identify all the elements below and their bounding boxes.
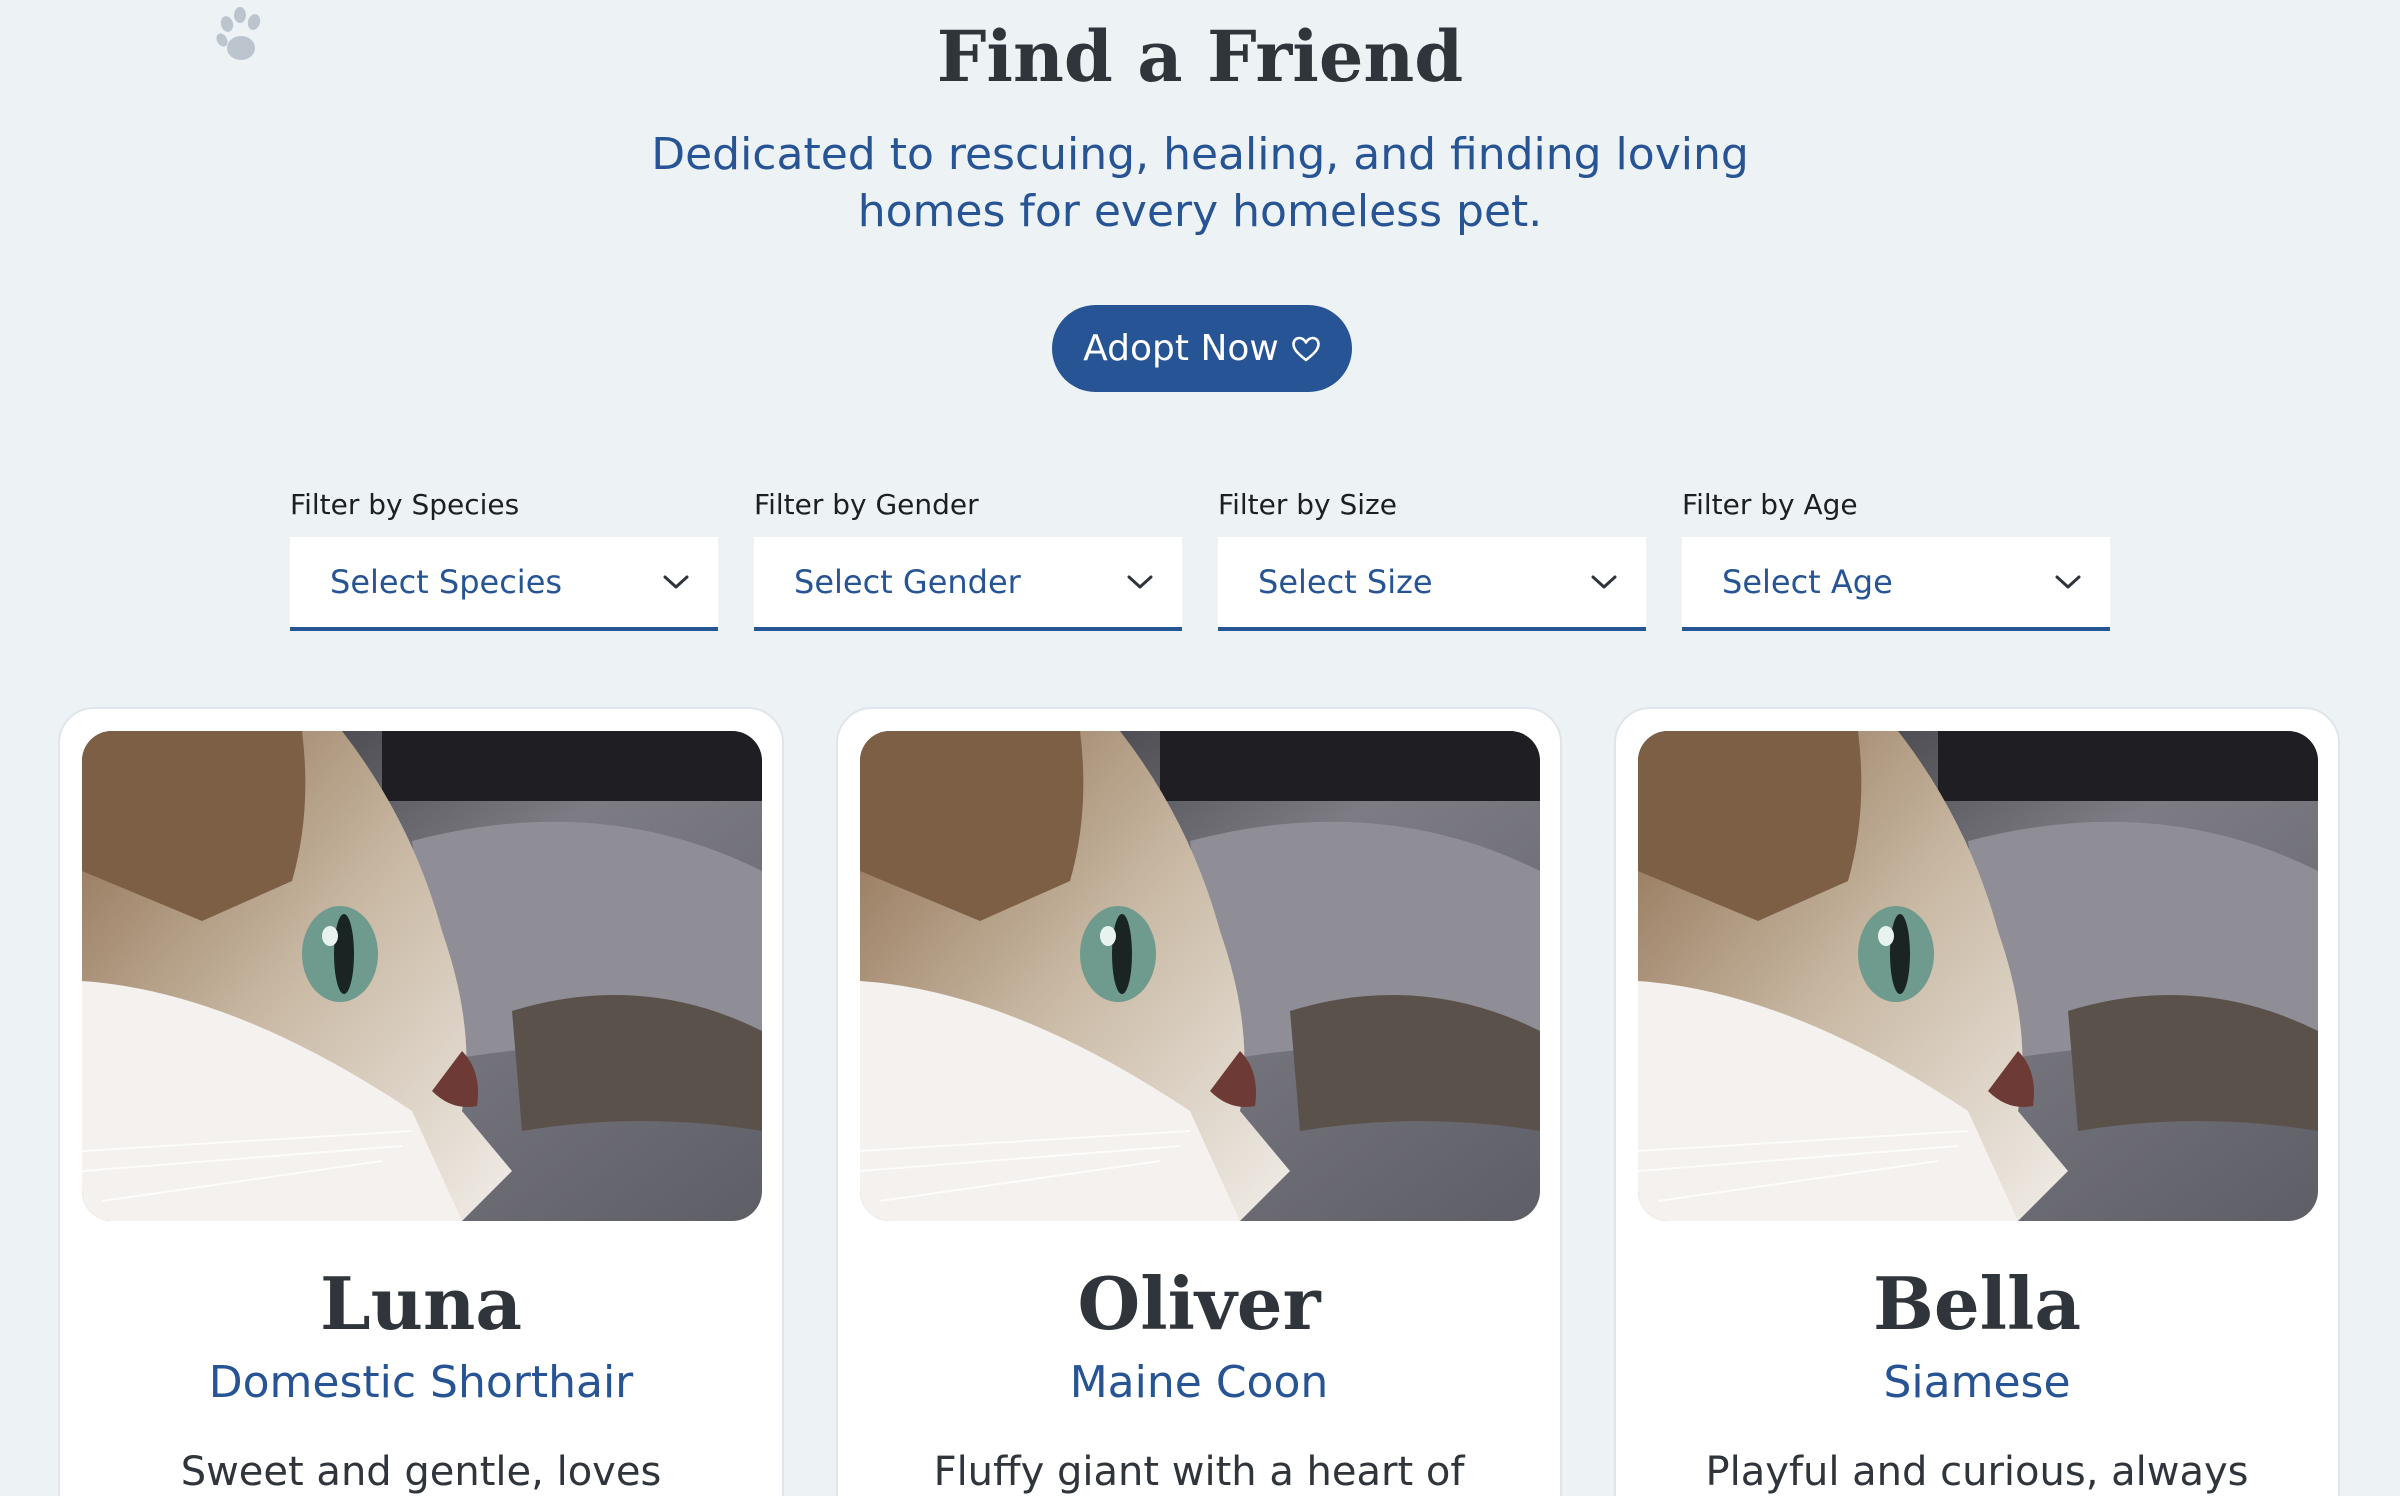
hero-subtitle: Dedicated to rescuing, healing, and find… xyxy=(651,129,1749,237)
pet-name: Oliver xyxy=(1077,1261,1321,1346)
pet-card-luna[interactable]: Luna Domestic Shorthair Sweet and gentle… xyxy=(58,707,784,1496)
pet-breed: Maine Coon xyxy=(1069,1357,1329,1408)
size-select[interactable]: Select Size xyxy=(1218,537,1646,631)
pet-photo[interactable] xyxy=(82,731,762,1221)
pet-card-oliver[interactable]: Oliver Maine Coon Fluffy giant with a he… xyxy=(836,707,1562,1496)
filter-age-label: Filter by Age xyxy=(1682,488,1858,521)
pet-description: Fluffy giant with a heart of xyxy=(933,1449,1465,1495)
chevron-down-icon xyxy=(1591,575,1617,589)
page: Find a Friend Dedicated to rescuing, hea… xyxy=(0,0,2400,1496)
pet-name: Luna xyxy=(320,1261,522,1346)
pet-photo[interactable] xyxy=(1638,731,2318,1221)
gender-select-value: Select Gender xyxy=(794,563,1021,601)
age-select[interactable]: Select Age xyxy=(1682,537,2110,631)
filter-age: Filter by Age Select Age xyxy=(1682,485,2110,631)
chevron-down-icon xyxy=(2055,575,2081,589)
filter-species-label: Filter by Species xyxy=(290,488,520,521)
species-select[interactable]: Select Species xyxy=(290,537,718,631)
pet-photo[interactable] xyxy=(860,731,1540,1221)
pet-breed: Siamese xyxy=(1883,1357,2071,1408)
age-select-value: Select Age xyxy=(1722,563,1893,601)
pet-name: Bella xyxy=(1872,1261,2082,1346)
chevron-down-icon xyxy=(663,575,689,589)
pet-breed: Domestic Shorthair xyxy=(208,1357,634,1408)
adopt-now-button[interactable]: Adopt Now xyxy=(1052,305,1352,392)
filter-species: Filter by Species Select Species xyxy=(290,485,718,631)
gender-select[interactable]: Select Gender xyxy=(754,537,1182,631)
filter-size-label: Filter by Size xyxy=(1218,488,1397,521)
size-select-value: Select Size xyxy=(1258,563,1433,601)
filter-size: Filter by Size Select Size xyxy=(1218,485,1646,631)
page-title: Find a Friend xyxy=(936,15,1464,98)
species-select-value: Select Species xyxy=(330,563,563,601)
pet-card-bella[interactable]: Bella Siamese Playful and curious, alway… xyxy=(1614,707,2340,1496)
filter-gender-label: Filter by Gender xyxy=(754,488,979,521)
chevron-down-icon xyxy=(1127,575,1153,589)
pet-description: Playful and curious, always xyxy=(1705,1449,2249,1495)
adopt-now-label: Adopt Now xyxy=(1083,328,1279,369)
pet-description: Sweet and gentle, loves xyxy=(180,1449,662,1495)
filter-gender: Filter by Gender Select Gender xyxy=(754,485,1182,631)
heart-outline-icon xyxy=(1292,336,1320,361)
